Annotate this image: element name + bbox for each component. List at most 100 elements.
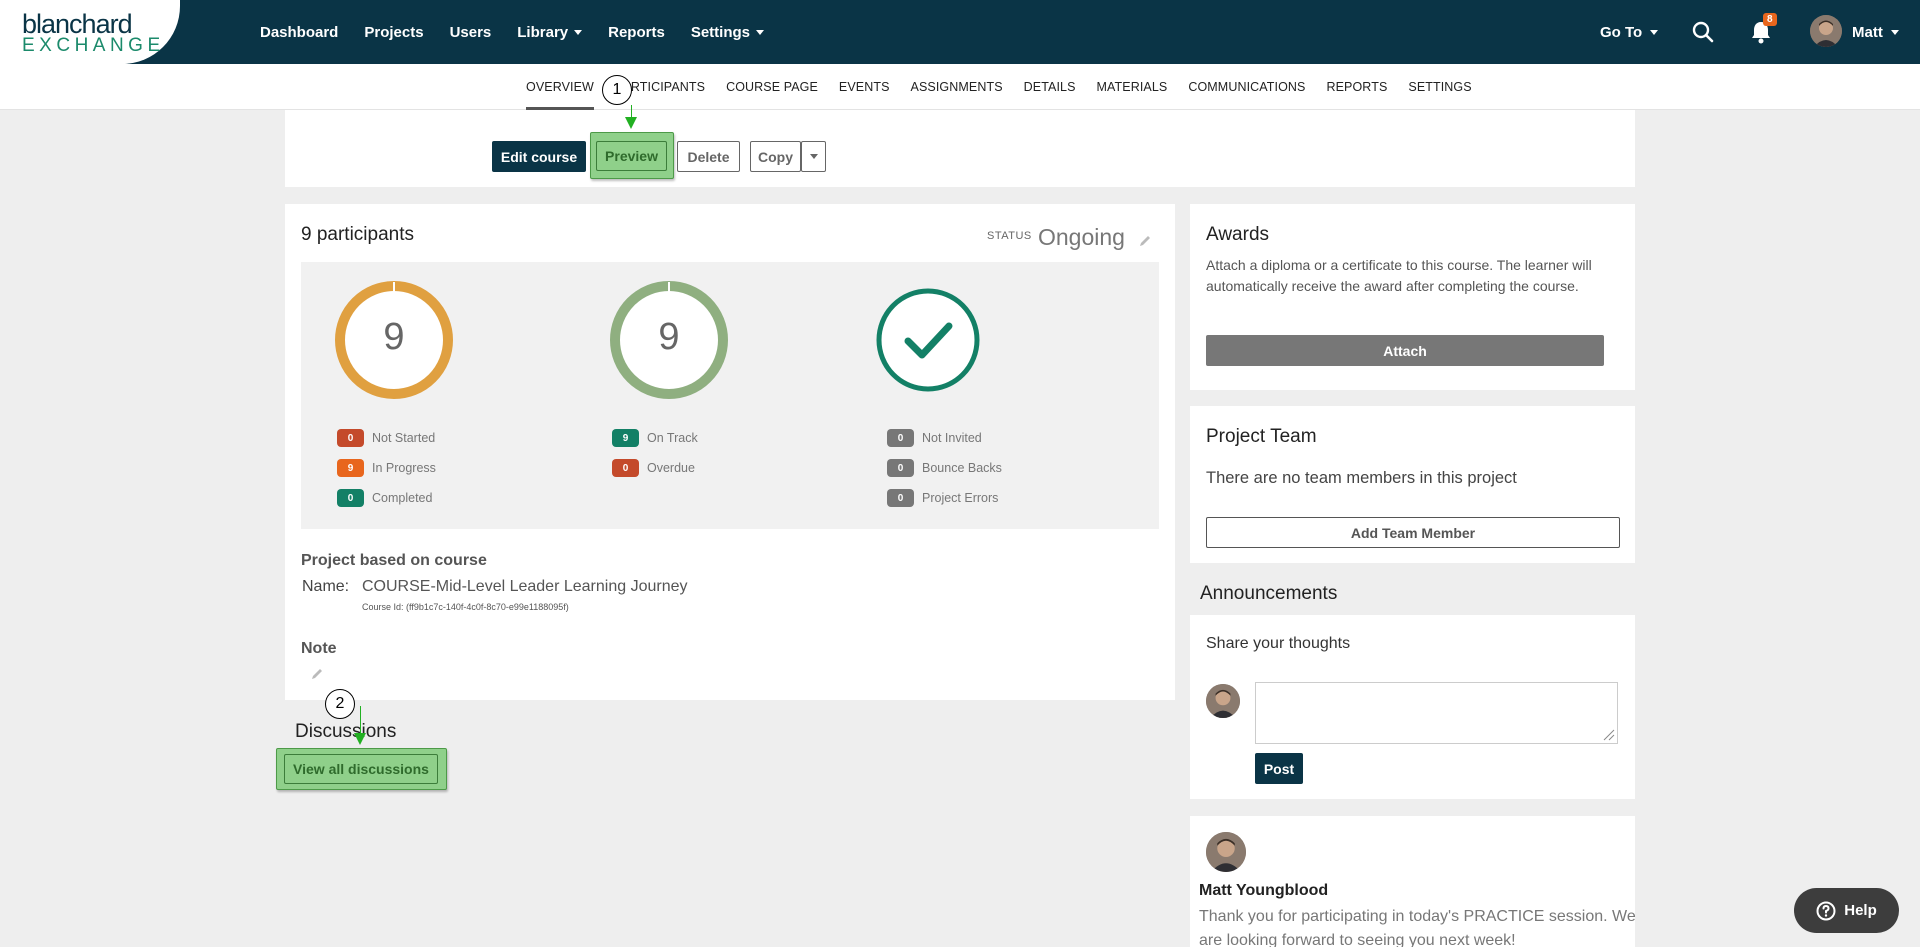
- post-button[interactable]: Post: [1255, 753, 1303, 784]
- avatar-image: [1206, 832, 1246, 872]
- stat-label: Overdue: [647, 461, 695, 475]
- user-menu[interactable]: Matt: [1852, 0, 1899, 64]
- edit-status-pencil-icon[interactable]: [1138, 234, 1152, 248]
- count-pill: 0: [887, 429, 914, 447]
- stat-project-errors: 0 Project Errors: [887, 489, 998, 507]
- logo[interactable]: blanchard EXCHANGE: [0, 0, 180, 64]
- resize-handle-icon[interactable]: [1601, 727, 1615, 741]
- project-tabs-bar: OVERVIEW PARTICIPANTS COURSE PAGE EVENTS…: [0, 64, 1920, 110]
- help-button[interactable]: Help: [1794, 888, 1899, 933]
- copy-options-button[interactable]: [801, 141, 826, 172]
- stat-overdue: 0 Overdue: [612, 459, 695, 477]
- callout-marker-1: 1: [602, 75, 632, 105]
- course-actions-panel: [285, 110, 1635, 187]
- nav-projects-label: Projects: [364, 23, 424, 41]
- user-avatar[interactable]: [1810, 15, 1842, 47]
- awards-title: Awards: [1206, 224, 1270, 245]
- edit-course-button[interactable]: Edit course: [492, 141, 586, 172]
- tab-communications[interactable]: COMMUNICATIONS: [1188, 64, 1305, 110]
- announcement-textarea[interactable]: [1255, 682, 1618, 744]
- share-thoughts-label: Share your thoughts: [1206, 635, 1351, 652]
- tab-course-page[interactable]: COURSE PAGE: [726, 64, 818, 110]
- count-pill: 0: [887, 489, 914, 507]
- tab-events[interactable]: EVENTS: [839, 64, 890, 110]
- nav-users[interactable]: Users: [450, 24, 492, 41]
- goto-dropdown[interactable]: Go To: [1600, 0, 1659, 64]
- tab-details[interactable]: DETAILS: [1024, 64, 1076, 110]
- course-name-value: COURSE-Mid-Level Leader Learning Journey: [362, 578, 688, 595]
- callout-arrowhead-1: [625, 117, 637, 129]
- count-pill: 0: [612, 459, 639, 477]
- delete-button[interactable]: Delete: [677, 141, 740, 172]
- nav-reports[interactable]: Reports: [608, 24, 665, 41]
- edit-note-pencil-icon[interactable]: [310, 667, 324, 681]
- search-icon[interactable]: [1692, 21, 1714, 43]
- stat-label: In Progress: [372, 461, 436, 475]
- tab-reports[interactable]: REPORTS: [1326, 64, 1387, 110]
- nav-settings-label: Settings: [690, 23, 750, 41]
- nav-library-label: Library: [517, 23, 569, 41]
- stat-not-invited: 0 Not Invited: [887, 429, 982, 447]
- nav-library[interactable]: Library: [517, 23, 583, 41]
- count-pill: 0: [337, 489, 364, 507]
- nav-users-label: Users: [449, 23, 492, 41]
- count-pill: 0: [337, 429, 364, 447]
- chevron-down-icon: [809, 154, 818, 159]
- stat-label: Not Started: [372, 431, 436, 445]
- preview-button[interactable]: Preview: [596, 141, 667, 171]
- notification-badge: 8: [1763, 13, 1777, 26]
- nav-reports-label: Reports: [608, 23, 665, 41]
- based-on-course-title: Project based on course: [301, 552, 487, 569]
- callout-arrow-2: [360, 706, 361, 735]
- post-text: Thank you for participating in today's P…: [1199, 908, 1636, 947]
- nav-dashboard-label: Dashboard: [260, 23, 339, 41]
- tab-overview[interactable]: OVERVIEW: [526, 64, 594, 110]
- nav-settings[interactable]: Settings: [691, 24, 764, 41]
- avatar-image: [1206, 684, 1240, 718]
- stat-not-started: 0 Not Started: [337, 429, 435, 447]
- chevron-down-icon: [1650, 29, 1659, 35]
- question-icon: [1816, 901, 1836, 920]
- goto-label: Go To: [1600, 23, 1643, 41]
- check-icon: [876, 288, 980, 392]
- announcements-title: Announcements: [1200, 583, 1338, 604]
- count-pill: 0: [887, 459, 914, 477]
- add-team-member-button[interactable]: Add Team Member: [1206, 517, 1620, 548]
- tab-settings[interactable]: SETTINGS: [1408, 64, 1471, 110]
- participants-title: 9 participants: [301, 224, 415, 245]
- tab-materials[interactable]: MATERIALS: [1097, 64, 1168, 110]
- attach-button[interactable]: Attach: [1206, 335, 1604, 366]
- chevron-down-icon: [1890, 29, 1899, 35]
- callout-marker-2: 2: [325, 689, 355, 719]
- stat-label: On Track: [647, 431, 698, 445]
- nav-projects[interactable]: Projects: [364, 24, 423, 41]
- status-value: Ongoing: [1038, 224, 1125, 250]
- logo-subtitle: EXCHANGE: [22, 35, 165, 56]
- stat-label: Bounce Backs: [922, 461, 1002, 475]
- avatar: [1206, 684, 1240, 718]
- team-empty-message: There are no team members in this projec…: [1206, 469, 1517, 487]
- ring-orange-value: 9: [383, 316, 405, 358]
- discussions-title: Discussions: [295, 721, 397, 742]
- project-tabs: OVERVIEW PARTICIPANTS COURSE PAGE EVENTS…: [526, 64, 1472, 110]
- view-all-discussions-button[interactable]: View all discussions: [284, 754, 438, 784]
- user-name: Matt: [1852, 23, 1883, 41]
- copy-button[interactable]: Copy: [750, 141, 801, 172]
- stat-bounce-backs: 0 Bounce Backs: [887, 459, 1002, 477]
- main-nav: Dashboard Projects Users Library Reports…: [260, 0, 764, 64]
- stat-label: Completed: [372, 491, 433, 505]
- callout-arrowhead-2: [354, 733, 366, 745]
- status-label: STATUS: [987, 230, 1032, 242]
- stat-label: Project Errors: [922, 491, 999, 505]
- count-pill: 9: [612, 429, 639, 447]
- tab-assignments[interactable]: ASSIGNMENTS: [911, 64, 1003, 110]
- stat-in-progress: 9 In Progress: [337, 459, 436, 477]
- help-label: Help: [1844, 902, 1877, 919]
- avatar-image: [1810, 15, 1842, 47]
- stat-label: Not Invited: [922, 431, 982, 445]
- course-id: Course Id: (ff9b1c7c-140f-4c0f-8c70-e99e…: [362, 602, 569, 612]
- stat-on-track: 9 On Track: [612, 429, 698, 447]
- count-pill: 9: [337, 459, 364, 477]
- nav-dashboard[interactable]: Dashboard: [260, 24, 338, 41]
- course-name-label: Name:: [302, 578, 350, 595]
